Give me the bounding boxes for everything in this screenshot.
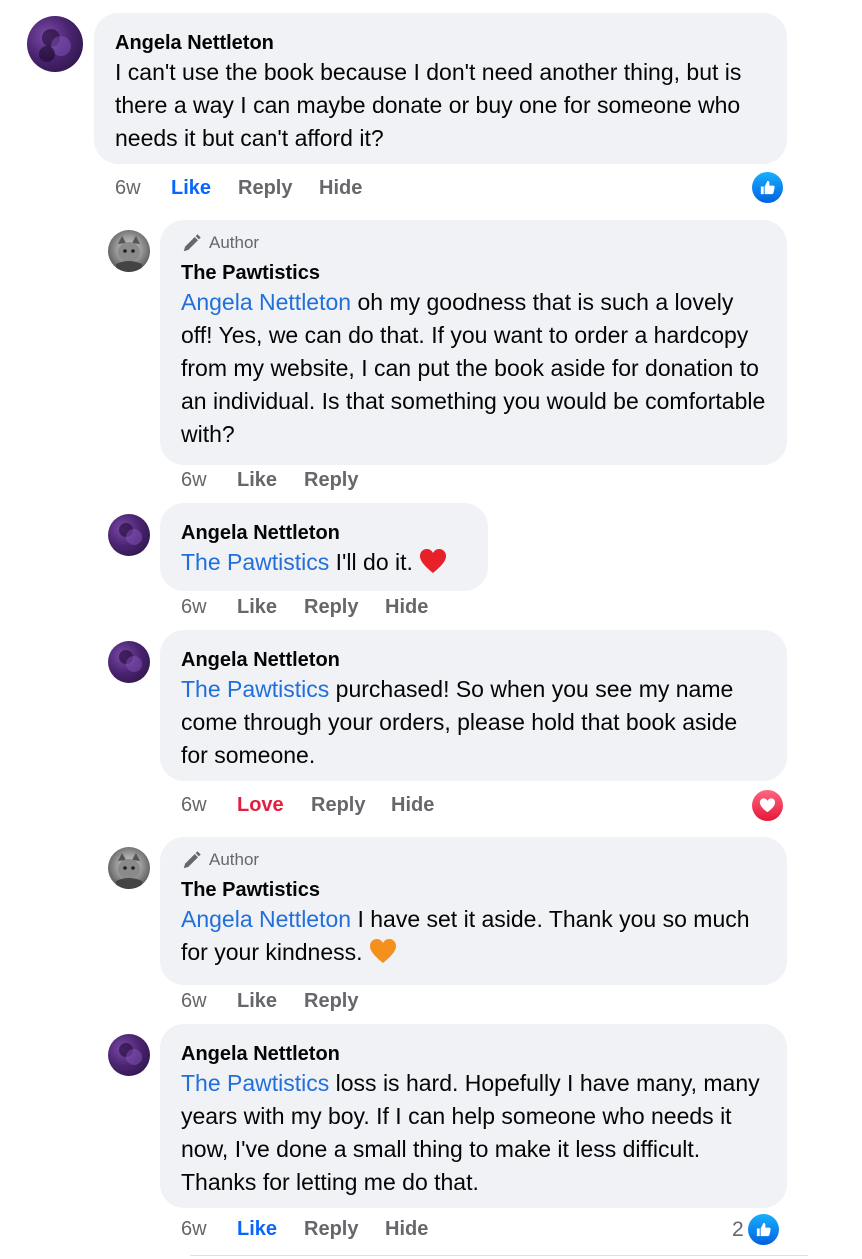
comment-actions: 6w Like Reply Hide	[181, 1218, 428, 1241]
author-badge-label: Author	[209, 850, 260, 869]
reaction-summary[interactable]	[752, 790, 783, 821]
mention-link[interactable]: Angela Nettleton	[181, 289, 351, 315]
comment-actions: 6w Like Reply	[181, 990, 358, 1013]
avatar[interactable]	[108, 1034, 150, 1076]
comment-actions: 6w Like Reply Hide	[181, 596, 428, 619]
avatar[interactable]	[108, 847, 150, 889]
pencil-icon	[183, 851, 201, 869]
comment-actions: 6w Love Reply Hide	[181, 794, 434, 817]
reply-button[interactable]: Reply	[304, 596, 385, 619]
red-heart-emoji-icon	[419, 548, 447, 583]
reaction-count: 2	[732, 1217, 744, 1241]
reply-button[interactable]: Reply	[304, 469, 358, 492]
comment-timestamp[interactable]: 6w	[181, 1218, 237, 1241]
like-button[interactable]: Like	[237, 990, 304, 1013]
comment-timestamp[interactable]: 6w	[181, 990, 237, 1013]
comment-text: Angela Nettleton oh my goodness that is …	[181, 286, 766, 451]
comment-timestamp[interactable]: 6w	[181, 794, 237, 817]
comment-text: The Pawtistics loss is hard. Hopefully I…	[181, 1067, 766, 1199]
comment-text: I can't use the book because I don't nee…	[115, 59, 742, 151]
avatar[interactable]	[108, 641, 150, 683]
hide-button[interactable]: Hide	[391, 794, 434, 817]
profile-photo-icon	[119, 1043, 142, 1065]
like-reaction-icon	[752, 172, 783, 203]
reply-button[interactable]: Reply	[304, 990, 358, 1013]
comment-author-name[interactable]: The Pawtistics	[181, 260, 766, 286]
comment-bubble: Angela Nettleton I can't use the book be…	[94, 13, 787, 164]
comment-text: The Pawtistics purchased! So when you se…	[181, 673, 766, 772]
pencil-icon	[183, 234, 201, 252]
love-button[interactable]: Love	[237, 794, 311, 817]
comment-bubble: Author The Pawtistics Angela Nettleton o…	[160, 220, 787, 465]
comment-bubble: Angela Nettleton The Pawtistics I'll do …	[160, 503, 488, 591]
comment-timestamp[interactable]: 6w	[115, 177, 171, 200]
avatar[interactable]	[108, 230, 150, 272]
comment-body: I'll do it.	[329, 549, 420, 575]
author-badge: Author	[181, 849, 766, 871]
profile-photo-icon	[119, 650, 142, 672]
comment-author-name[interactable]: Angela Nettleton	[181, 520, 467, 546]
comment-text: The Pawtistics I'll do it.	[181, 546, 467, 583]
profile-photo-icon	[119, 523, 142, 545]
comment-actions: 6w Like Reply Hide	[115, 177, 362, 200]
like-button[interactable]: Like	[237, 469, 304, 492]
comment-bubble: Angela Nettleton The Pawtistics purchase…	[160, 630, 787, 781]
comment-timestamp[interactable]: 6w	[181, 469, 237, 492]
comment-author-name[interactable]: Angela Nettleton	[115, 30, 766, 56]
reaction-summary[interactable]: 2	[732, 1214, 779, 1245]
reply-button[interactable]: Reply	[304, 1218, 385, 1241]
like-button[interactable]: Like	[237, 1218, 304, 1241]
profile-photo-icon	[39, 29, 71, 62]
mention-link[interactable]: The Pawtistics	[181, 676, 329, 702]
love-reaction-icon	[752, 790, 783, 821]
orange-heart-emoji-icon	[369, 938, 397, 973]
mention-link[interactable]: The Pawtistics	[181, 1070, 329, 1096]
like-button[interactable]: Like	[171, 177, 238, 200]
comment-author-name[interactable]: Angela Nettleton	[181, 1041, 766, 1067]
hide-button[interactable]: Hide	[319, 177, 362, 200]
avatar[interactable]	[108, 514, 150, 556]
comment-timestamp[interactable]: 6w	[181, 596, 237, 619]
reaction-summary[interactable]	[752, 172, 783, 203]
comment-bubble: Author The Pawtistics Angela Nettleton I…	[160, 837, 787, 985]
avatar[interactable]	[27, 16, 83, 72]
hide-button[interactable]: Hide	[385, 1218, 428, 1241]
comment-author-name[interactable]: The Pawtistics	[181, 877, 766, 903]
divider	[190, 1255, 808, 1256]
comment-author-name[interactable]: Angela Nettleton	[181, 647, 766, 673]
author-badge: Author	[181, 232, 766, 254]
reply-button[interactable]: Reply	[238, 177, 319, 200]
comment-actions: 6w Like Reply	[181, 469, 358, 492]
like-reaction-icon	[747, 1214, 779, 1245]
cat-photo-icon	[116, 236, 142, 272]
author-badge-label: Author	[209, 233, 260, 252]
like-button[interactable]: Like	[237, 596, 304, 619]
reply-button[interactable]: Reply	[311, 794, 391, 817]
mention-link[interactable]: The Pawtistics	[181, 549, 329, 575]
cat-photo-icon	[116, 853, 142, 889]
mention-link[interactable]: Angela Nettleton	[181, 906, 351, 932]
hide-button[interactable]: Hide	[385, 596, 428, 619]
comment-bubble: Angela Nettleton The Pawtistics loss is …	[160, 1024, 787, 1208]
comment-text: Angela Nettleton I have set it aside. Th…	[181, 903, 766, 973]
